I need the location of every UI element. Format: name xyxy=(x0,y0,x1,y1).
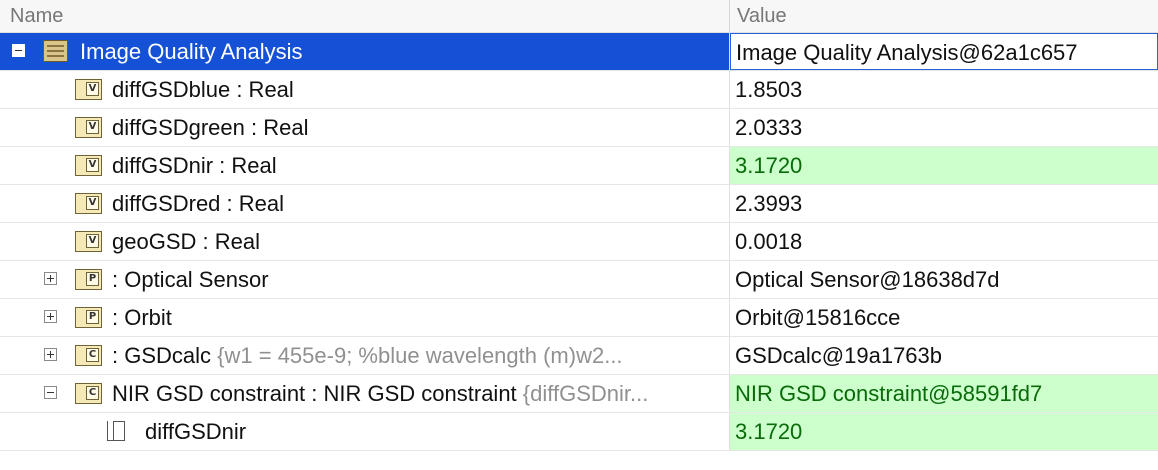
v-badge-icon: V xyxy=(75,117,102,138)
package-icon xyxy=(43,40,68,62)
tree-row-diffgsdnir[interactable]: V diffGSDnir : Real 3.1720 xyxy=(0,147,1158,185)
row-label: Image Quality Analysis xyxy=(80,33,303,70)
tree-row-orbit[interactable]: P : Orbit Orbit@15816cce xyxy=(0,299,1158,337)
row-name: : Optical Sensor xyxy=(112,267,269,292)
v-badge-icon: V xyxy=(75,155,102,176)
expand-icon[interactable] xyxy=(44,310,57,323)
name-cell: V geoGSD : Real xyxy=(0,223,729,260)
value-cell[interactable]: NIR GSD constraint@58591fd7 xyxy=(730,375,1158,412)
name-cell: V diffGSDblue : Real xyxy=(0,71,729,108)
name-cell: V diffGSDnir : Real xyxy=(0,147,729,184)
column-resize-handle[interactable] xyxy=(729,0,730,32)
value-cell[interactable]: GSDcalc@19a1763b xyxy=(730,337,1158,374)
tree-row-image-quality-analysis[interactable]: Image Quality Analysis Image Quality Ana… xyxy=(0,33,1158,71)
tree-row-diffgsdblue[interactable]: V diffGSDblue : Real 1.8503 xyxy=(0,71,1158,109)
table-header: Name Value xyxy=(0,0,1158,33)
name-cell: Image Quality Analysis xyxy=(0,33,729,70)
collapse-icon[interactable] xyxy=(12,44,25,57)
value-cell[interactable]: 1.8503 xyxy=(730,71,1158,108)
name-cell: V diffGSDred : Real xyxy=(0,185,729,222)
row-label: diffGSDnir xyxy=(145,413,246,450)
value-cell[interactable]: 3.1720 xyxy=(730,413,1158,450)
row-name: Image Quality Analysis xyxy=(80,39,303,64)
c-badge-icon: C xyxy=(75,345,102,366)
document-icon xyxy=(107,421,125,441)
v-badge-icon: V xyxy=(75,231,102,252)
tree-row-diffgsdnir-parameter[interactable]: diffGSDnir 3.1720 xyxy=(0,413,1158,451)
row-name: diffGSDgreen : Real xyxy=(112,115,309,140)
row-detail: {w1 = 455e-9; %blue wavelength (m)w2... xyxy=(217,343,623,368)
column-header-value[interactable]: Value xyxy=(737,0,787,32)
row-label: : Optical Sensor xyxy=(112,261,269,298)
row-name: geoGSD : Real xyxy=(112,229,260,254)
tree-row-diffgsdgreen[interactable]: V diffGSDgreen : Real 2.0333 xyxy=(0,109,1158,147)
v-badge-icon: V xyxy=(75,79,102,100)
value-cell[interactable]: Image Quality Analysis@62a1c657 xyxy=(730,33,1158,70)
name-cell: C : GSDcalc {w1 = 455e-9; %blue waveleng… xyxy=(0,337,729,374)
name-cell: P : Optical Sensor xyxy=(0,261,729,298)
value-cell[interactable]: 0.0018 xyxy=(730,223,1158,260)
row-label: : GSDcalc {w1 = 455e-9; %blue wavelength… xyxy=(112,337,623,374)
p-badge-icon: P xyxy=(75,269,102,290)
expand-icon[interactable] xyxy=(44,348,57,361)
row-name: diffGSDred : Real xyxy=(112,191,285,216)
name-cell: diffGSDnir xyxy=(0,413,729,450)
column-header-name[interactable]: Name xyxy=(10,0,63,32)
value-cell[interactable]: 2.3993 xyxy=(730,185,1158,222)
row-label: geoGSD : Real xyxy=(112,223,260,260)
row-name: diffGSDnir : Real xyxy=(112,153,277,178)
name-cell: C NIR GSD constraint : NIR GSD constrain… xyxy=(0,375,729,412)
name-cell: P : Orbit xyxy=(0,299,729,336)
row-name: diffGSDnir xyxy=(145,419,247,444)
tree-row-gsdcalc[interactable]: C : GSDcalc {w1 = 455e-9; %blue waveleng… xyxy=(0,337,1158,375)
value-cell[interactable]: Optical Sensor@18638d7d xyxy=(730,261,1158,298)
p-badge-icon: P xyxy=(75,307,102,328)
row-name: : GSDcalc xyxy=(112,343,212,368)
tree-table: Name Value Image Quality Analysis Image … xyxy=(0,0,1158,470)
tree-rows: Image Quality Analysis Image Quality Ana… xyxy=(0,33,1158,451)
tree-row-geogsd[interactable]: V geoGSD : Real 0.0018 xyxy=(0,223,1158,261)
collapse-icon[interactable] xyxy=(44,386,57,399)
row-label: diffGSDgreen : Real xyxy=(112,109,308,146)
row-label: diffGSDred : Real xyxy=(112,185,284,222)
row-name: NIR GSD constraint : NIR GSD constraint xyxy=(112,381,517,406)
expand-icon[interactable] xyxy=(44,272,57,285)
row-label: diffGSDnir : Real xyxy=(112,147,277,184)
value-cell[interactable]: Orbit@15816cce xyxy=(730,299,1158,336)
name-cell: V diffGSDgreen : Real xyxy=(0,109,729,146)
row-label: diffGSDblue : Real xyxy=(112,71,294,108)
tree-row-optical-sensor[interactable]: P : Optical Sensor Optical Sensor@18638d… xyxy=(0,261,1158,299)
row-detail: {diffGSDnir... xyxy=(522,381,649,406)
tree-row-nir-gsd-constraint[interactable]: C NIR GSD constraint : NIR GSD constrain… xyxy=(0,375,1158,413)
row-name: : Orbit xyxy=(112,305,172,330)
row-name: diffGSDblue : Real xyxy=(112,77,294,102)
value-cell[interactable]: 2.0333 xyxy=(730,109,1158,146)
v-badge-icon: V xyxy=(75,193,102,214)
value-cell[interactable]: 3.1720 xyxy=(730,147,1158,184)
row-label: : Orbit xyxy=(112,299,172,336)
row-label: NIR GSD constraint : NIR GSD constraint … xyxy=(112,375,648,412)
tree-row-diffgsdred[interactable]: V diffGSDred : Real 2.3993 xyxy=(0,185,1158,223)
c-badge-icon: C xyxy=(75,383,102,404)
